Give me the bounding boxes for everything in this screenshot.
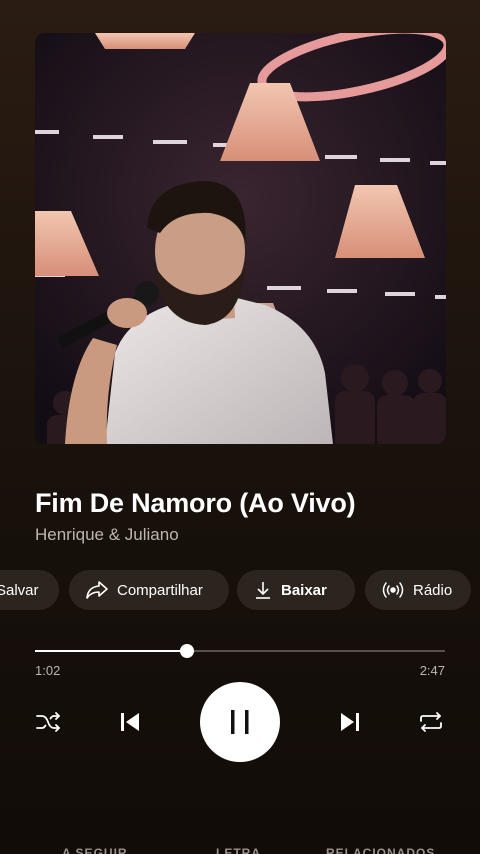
radio-button[interactable]: Rádio [365,570,471,610]
radio-icon [382,582,404,598]
share-icon [86,581,108,599]
skip-previous-icon [121,713,139,731]
previous-button[interactable] [116,708,144,736]
tab-lyrics[interactable]: LETRA [216,846,261,854]
skip-next-icon [341,713,359,731]
share-label: Compartilhar [117,581,203,599]
track-artist[interactable]: Henrique & Juliano [35,525,179,545]
shuffle-icon [36,712,60,732]
repeat-button[interactable] [417,708,445,736]
album-artwork-image [35,33,446,444]
progress-knob[interactable] [180,644,195,658]
bottom-tabs: A SEGUIR LETRA RELACIONADOS [0,846,480,854]
tab-up-next[interactable]: A SEGUIR [62,846,128,854]
download-icon [256,582,270,599]
download-label: Baixar [281,581,327,599]
tab-related[interactable]: RELACIONADOS [326,846,435,854]
pause-icon [231,710,249,734]
save-button[interactable]: Salvar [0,570,59,610]
shuffle-button[interactable] [34,708,62,736]
share-button[interactable]: Compartilhar [69,570,229,610]
save-label: Salvar [0,581,39,599]
action-chips: Salvar Compartilhar Baixar Rádio [0,570,480,610]
album-artwork [35,33,446,444]
progress-bar[interactable] [35,644,445,658]
download-button[interactable]: Baixar [237,570,355,610]
repeat-icon [420,712,442,732]
play-pause-button[interactable] [200,682,280,762]
track-title: Fim De Namoro (Ao Vivo) [35,488,356,518]
next-button[interactable] [336,708,364,736]
progress-fill [35,650,188,652]
total-duration: 2:47 [419,663,445,678]
elapsed-time: 1:02 [35,663,61,678]
radio-label: Rádio [413,581,453,599]
